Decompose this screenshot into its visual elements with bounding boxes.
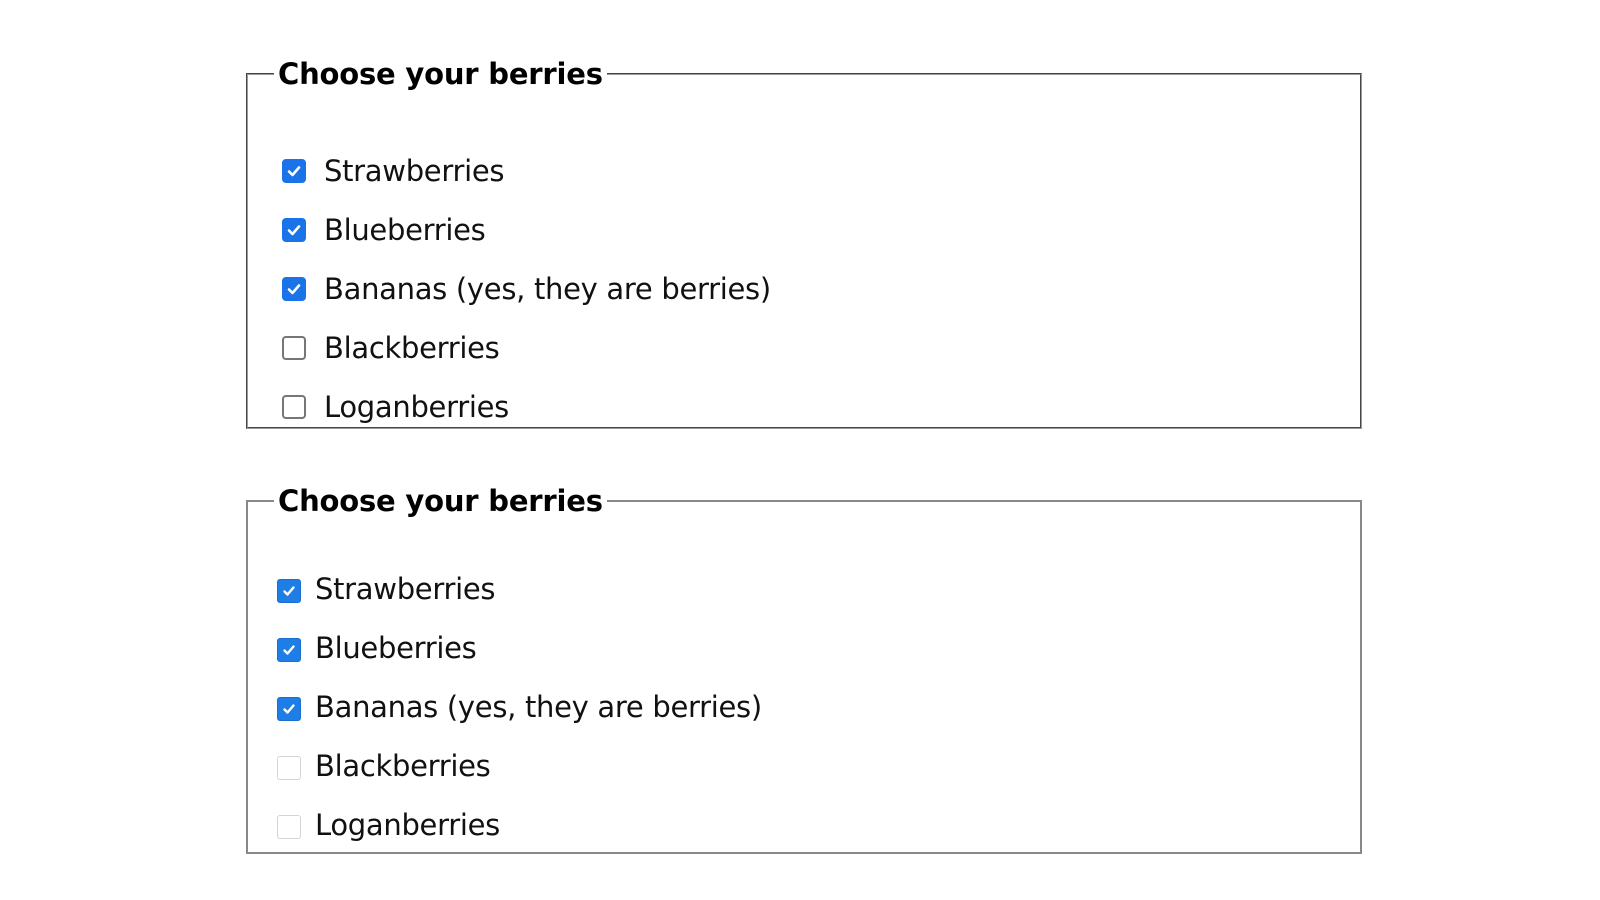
checkbox[interactable] <box>277 638 301 662</box>
fieldset-legend: Choose your berries <box>278 57 603 91</box>
fieldset-legend: Choose your berries <box>278 484 603 518</box>
checkbox-option-blueberries[interactable]: Blueberries <box>277 628 477 668</box>
checkbox[interactable] <box>277 579 301 603</box>
checkbox-label: Bananas (yes, they are berries) <box>324 272 771 306</box>
checkbox-option-blackberries[interactable]: Blackberries <box>277 746 491 786</box>
checkbox[interactable] <box>282 395 306 419</box>
checkbox-option-loganberries[interactable]: Loganberries <box>277 805 500 845</box>
checkbox-option-blueberries[interactable]: Blueberries <box>282 210 486 250</box>
checkbox-label: Loganberries <box>315 808 500 842</box>
checkbox-label: Strawberries <box>324 154 505 188</box>
checkmark-icon <box>286 163 302 179</box>
checkbox[interactable] <box>277 697 301 721</box>
checkbox-label: Loganberries <box>324 390 509 424</box>
berry-fieldset-1: Choose your berries Strawberries Blueber… <box>246 57 1362 429</box>
berry-fieldset-2: Choose your berries Strawberries Blueber… <box>246 484 1362 854</box>
checkbox-option-loganberries[interactable]: Loganberries <box>282 387 509 427</box>
checkmark-icon <box>281 583 297 599</box>
checkbox-option-bananas[interactable]: Bananas (yes, they are berries) <box>282 269 771 309</box>
checkbox-label: Blackberries <box>324 331 500 365</box>
checkbox[interactable] <box>282 218 306 242</box>
checkbox[interactable] <box>282 277 306 301</box>
checkbox-option-blackberries[interactable]: Blackberries <box>282 328 500 368</box>
checkmark-icon <box>286 222 302 238</box>
checkmark-icon <box>281 642 297 658</box>
checkbox-label: Blueberries <box>324 213 486 247</box>
checkbox[interactable] <box>282 336 306 360</box>
checkmark-icon <box>286 281 302 297</box>
checkbox-label: Blackberries <box>315 749 491 783</box>
checkbox[interactable] <box>282 159 306 183</box>
checkbox-label: Bananas (yes, they are berries) <box>315 690 762 724</box>
checkbox-label: Strawberries <box>315 572 496 606</box>
checkbox-option-bananas[interactable]: Bananas (yes, they are berries) <box>277 687 762 727</box>
checkbox[interactable] <box>277 815 301 839</box>
checkbox-option-strawberries[interactable]: Strawberries <box>282 151 504 191</box>
checkmark-icon <box>281 701 297 717</box>
checkbox[interactable] <box>277 756 301 780</box>
checkbox-label: Blueberries <box>315 631 477 665</box>
checkbox-option-strawberries[interactable]: Strawberries <box>277 569 495 609</box>
